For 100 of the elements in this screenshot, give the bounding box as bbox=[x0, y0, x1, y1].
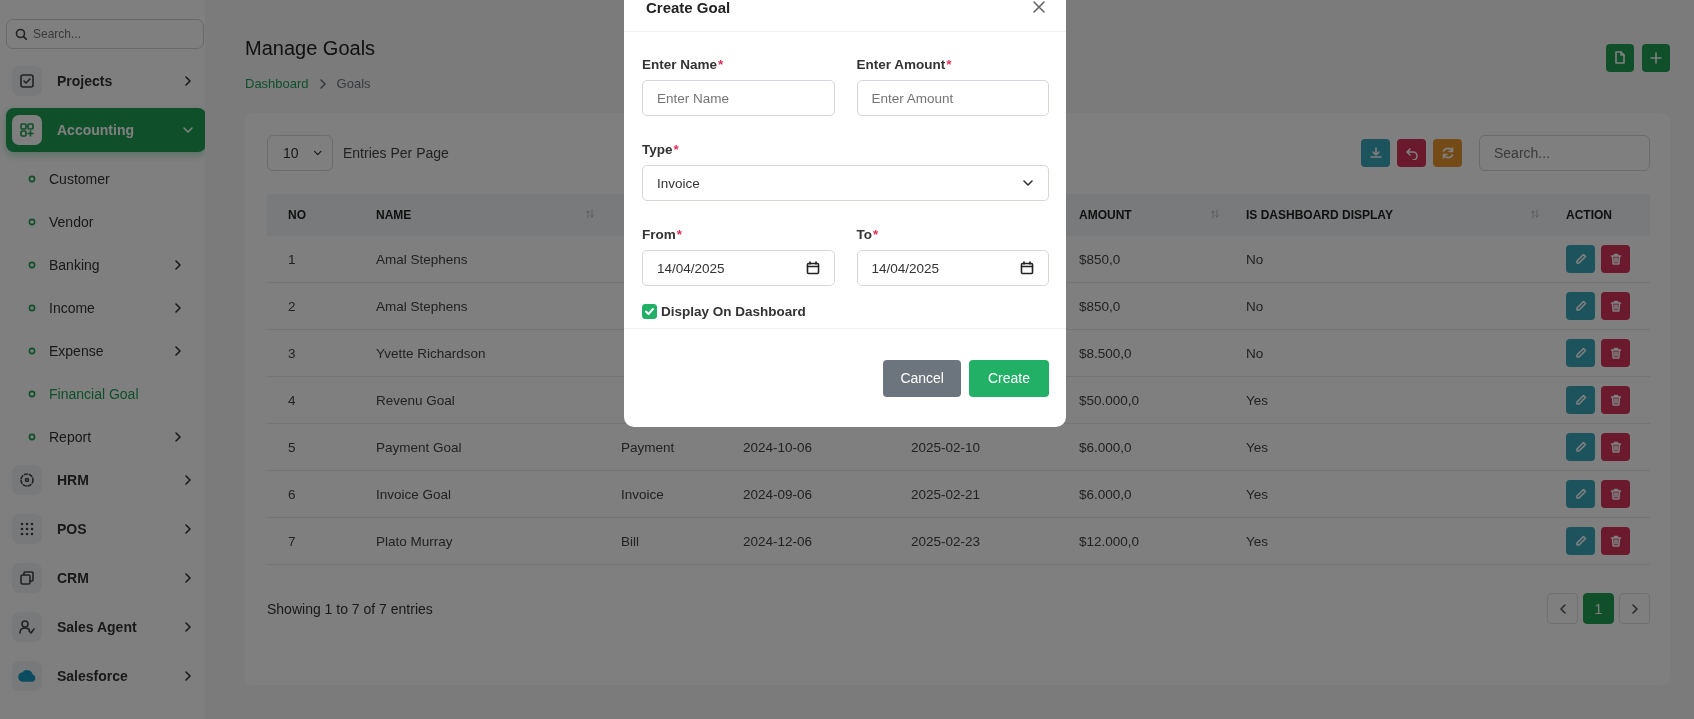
submenu-item[interactable]: Customer bbox=[49, 170, 184, 187]
input-field[interactable]: Enter Amount bbox=[856, 80, 1049, 116]
dots-grid-icon bbox=[19, 521, 35, 537]
table-cell: Amal Stephens bbox=[355, 236, 600, 283]
edit-button[interactable] bbox=[1566, 386, 1595, 414]
edit-button[interactable] bbox=[1566, 527, 1595, 555]
delete-button[interactable] bbox=[1601, 292, 1630, 320]
delete-button[interactable] bbox=[1601, 527, 1630, 555]
refresh-icon bbox=[1440, 146, 1455, 160]
download-button[interactable] bbox=[1361, 139, 1390, 167]
table-cell: Yes bbox=[1225, 517, 1545, 565]
undo-icon bbox=[1404, 146, 1419, 160]
table-cell: Yes bbox=[1225, 423, 1545, 471]
table-cell: 3 bbox=[267, 329, 355, 377]
previous-page-button[interactable] bbox=[1547, 593, 1578, 624]
page-title: Manage Goals bbox=[245, 36, 376, 60]
sidebar-item[interactable]: POS bbox=[6, 507, 205, 551]
entries-summary: Showing 1 to 7 of 7 entries bbox=[267, 600, 433, 617]
submenu-item[interactable]: Report bbox=[49, 428, 172, 445]
plus-icon bbox=[1649, 51, 1663, 65]
undo-button[interactable] bbox=[1397, 139, 1426, 167]
submenu-item[interactable]: Banking bbox=[49, 256, 172, 273]
table-cell: Payment Goal bbox=[355, 423, 600, 471]
next-page-button[interactable] bbox=[1619, 593, 1650, 624]
delete-button[interactable] bbox=[1601, 386, 1630, 414]
breadcrumb-link[interactable]: Dashboard bbox=[245, 76, 309, 91]
pencil-icon bbox=[1574, 488, 1587, 500]
search-field[interactable]: Search... bbox=[6, 19, 204, 49]
download-icon bbox=[1368, 146, 1383, 160]
cloud-icon bbox=[18, 668, 36, 684]
submenu-item[interactable]: Expense bbox=[49, 342, 172, 359]
pencil-icon bbox=[1574, 535, 1587, 547]
sidebar-item[interactable]: CRM bbox=[6, 556, 205, 600]
table-cell: 1 bbox=[267, 236, 355, 283]
table-cell: 2024-09-06 bbox=[722, 470, 890, 518]
sidebar-item[interactable]: Salesforce bbox=[6, 654, 205, 698]
submenu-item[interactable]: Vendor bbox=[49, 213, 184, 230]
pencil-icon bbox=[1574, 347, 1587, 359]
trash-icon bbox=[1609, 347, 1622, 359]
trash-icon bbox=[1609, 394, 1622, 406]
bullet-icon bbox=[28, 217, 36, 226]
bullet-icon bbox=[28, 432, 36, 441]
delete-button[interactable] bbox=[1601, 245, 1630, 273]
table-cell: 6 bbox=[267, 470, 355, 518]
submenu-item[interactable]: Income bbox=[49, 299, 172, 316]
edit-button[interactable] bbox=[1566, 433, 1595, 461]
copy-icon bbox=[19, 570, 35, 586]
table-cell: Revenu Goal bbox=[355, 376, 600, 424]
cancel-button[interactable]: Cancel bbox=[883, 359, 961, 397]
field-label: Type bbox=[642, 142, 673, 157]
trash-icon bbox=[1609, 488, 1622, 500]
page-size-select[interactable]: 10 bbox=[267, 135, 333, 171]
delete-button[interactable] bbox=[1601, 433, 1630, 461]
field-label: Enter Name bbox=[642, 57, 718, 72]
field-label: Enter Amount bbox=[856, 57, 946, 72]
checkbox[interactable] bbox=[642, 304, 657, 319]
bullet-icon bbox=[28, 303, 36, 312]
trash-icon bbox=[1609, 253, 1622, 265]
close-button[interactable] bbox=[1032, 0, 1046, 14]
edit-button[interactable] bbox=[1566, 339, 1595, 367]
trash-icon bbox=[1609, 535, 1622, 547]
edit-button[interactable] bbox=[1566, 245, 1595, 273]
table-cell: $6.000,0 bbox=[1058, 423, 1225, 471]
table-cell: 2 bbox=[267, 282, 355, 330]
refresh-button[interactable] bbox=[1433, 139, 1462, 167]
checkbox-icon bbox=[19, 73, 35, 89]
select-field[interactable]: Invoice bbox=[642, 165, 1049, 201]
edit-button[interactable] bbox=[1566, 292, 1595, 320]
column-header: AMOUNT bbox=[1079, 208, 1132, 222]
search-icon bbox=[15, 28, 27, 40]
delete-button[interactable] bbox=[1601, 339, 1630, 367]
sidebar-item[interactable]: Accounting bbox=[6, 108, 205, 152]
table-cell: 4 bbox=[267, 376, 355, 424]
date-field[interactable]: 14/04/2025 bbox=[856, 250, 1049, 286]
breadcrumb-current: Goals bbox=[336, 76, 371, 91]
input-field[interactable]: Enter Name bbox=[642, 80, 835, 116]
pencil-icon bbox=[1574, 441, 1587, 453]
add-button[interactable] bbox=[1642, 44, 1670, 72]
table-cell: 2025-02-21 bbox=[890, 470, 1058, 518]
table-cell: Invoice Goal bbox=[355, 470, 600, 518]
search-field[interactable]: Search... bbox=[1479, 135, 1650, 171]
sidebar-item[interactable]: HRM bbox=[6, 458, 205, 502]
page-button[interactable]: 1 bbox=[1583, 593, 1614, 624]
sidebar-item[interactable]: Projects bbox=[6, 59, 205, 103]
create-button[interactable]: Create bbox=[968, 359, 1049, 397]
submenu-item[interactable]: Financial Goal bbox=[49, 385, 184, 402]
required-mark: * bbox=[718, 57, 724, 72]
import-button[interactable] bbox=[1606, 44, 1634, 72]
date-field[interactable]: 14/04/2025 bbox=[642, 250, 835, 286]
edit-button[interactable] bbox=[1566, 480, 1595, 508]
delete-button[interactable] bbox=[1601, 480, 1630, 508]
pencil-icon bbox=[1574, 394, 1587, 406]
sidebar-item[interactable]: Sales Agent bbox=[6, 605, 205, 649]
bullet-icon bbox=[28, 346, 36, 355]
dashed-circle-icon bbox=[19, 472, 35, 488]
table-cell: 7 bbox=[267, 517, 355, 565]
table-cell: Plato Murray bbox=[355, 517, 600, 565]
field-label: From bbox=[642, 227, 676, 242]
check-icon bbox=[644, 306, 655, 317]
table-cell: $6.000,0 bbox=[1058, 470, 1225, 518]
